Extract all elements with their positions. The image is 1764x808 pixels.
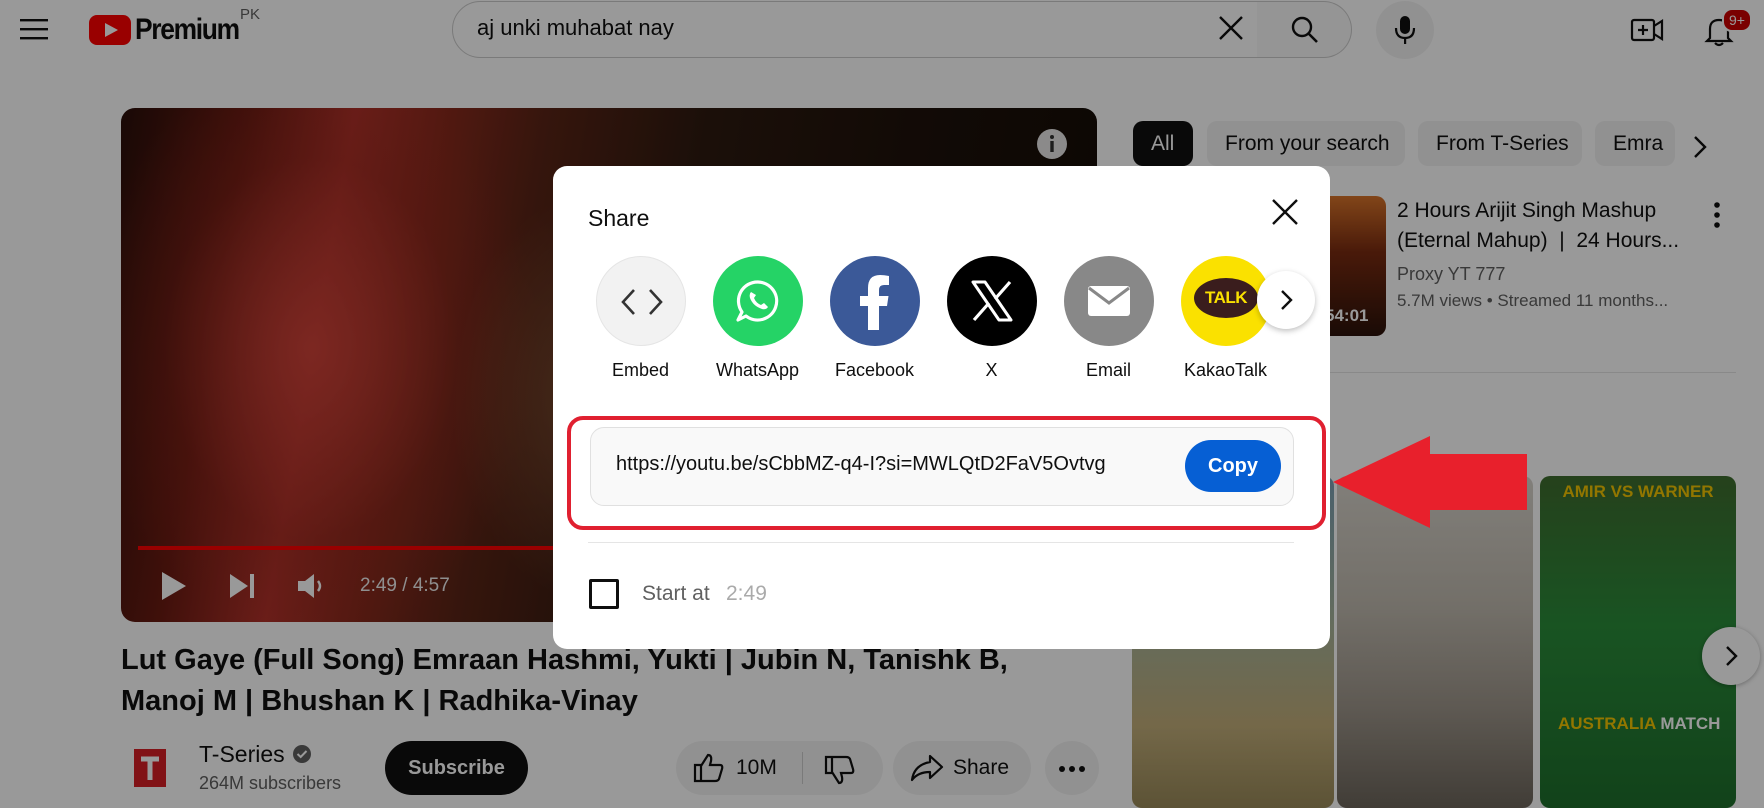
share-email-button[interactable] [1064,256,1154,346]
share-targets-next-button[interactable] [1257,271,1315,329]
share-facebook-label: Facebook [834,360,915,380]
embed-icon [621,289,663,315]
start-at-label: Start at [642,582,710,605]
share-embed-label: Embed [611,360,670,380]
whatsapp-icon [736,280,779,322]
facebook-icon [860,275,889,330]
share-facebook-button[interactable] [830,256,920,346]
kakaotalk-logo-text: TALK [1204,288,1248,307]
chevron-right-icon [1281,290,1293,310]
dialog-title: Share [588,205,650,231]
x-logo-icon [971,280,1013,322]
share-whatsapp-button[interactable] [713,256,803,346]
start-at-checkbox[interactable] [589,579,619,609]
annotation-highlight-box [567,416,1326,530]
share-embed-button[interactable] [596,256,686,346]
share-email-label: Email [1085,360,1131,380]
share-dialog [553,166,1330,649]
share-x-button[interactable] [947,256,1037,346]
share-x-label: X [985,360,998,380]
start-at-time[interactable]: 2:49 [726,582,767,606]
email-icon [1088,286,1130,316]
share-kakaotalk-label: KakaoTalk [1183,360,1268,380]
close-icon[interactable] [1270,197,1300,227]
dialog-divider [588,542,1294,543]
annotation-arrow-icon [1330,432,1530,532]
share-whatsapp-label: WhatsApp [715,360,800,380]
